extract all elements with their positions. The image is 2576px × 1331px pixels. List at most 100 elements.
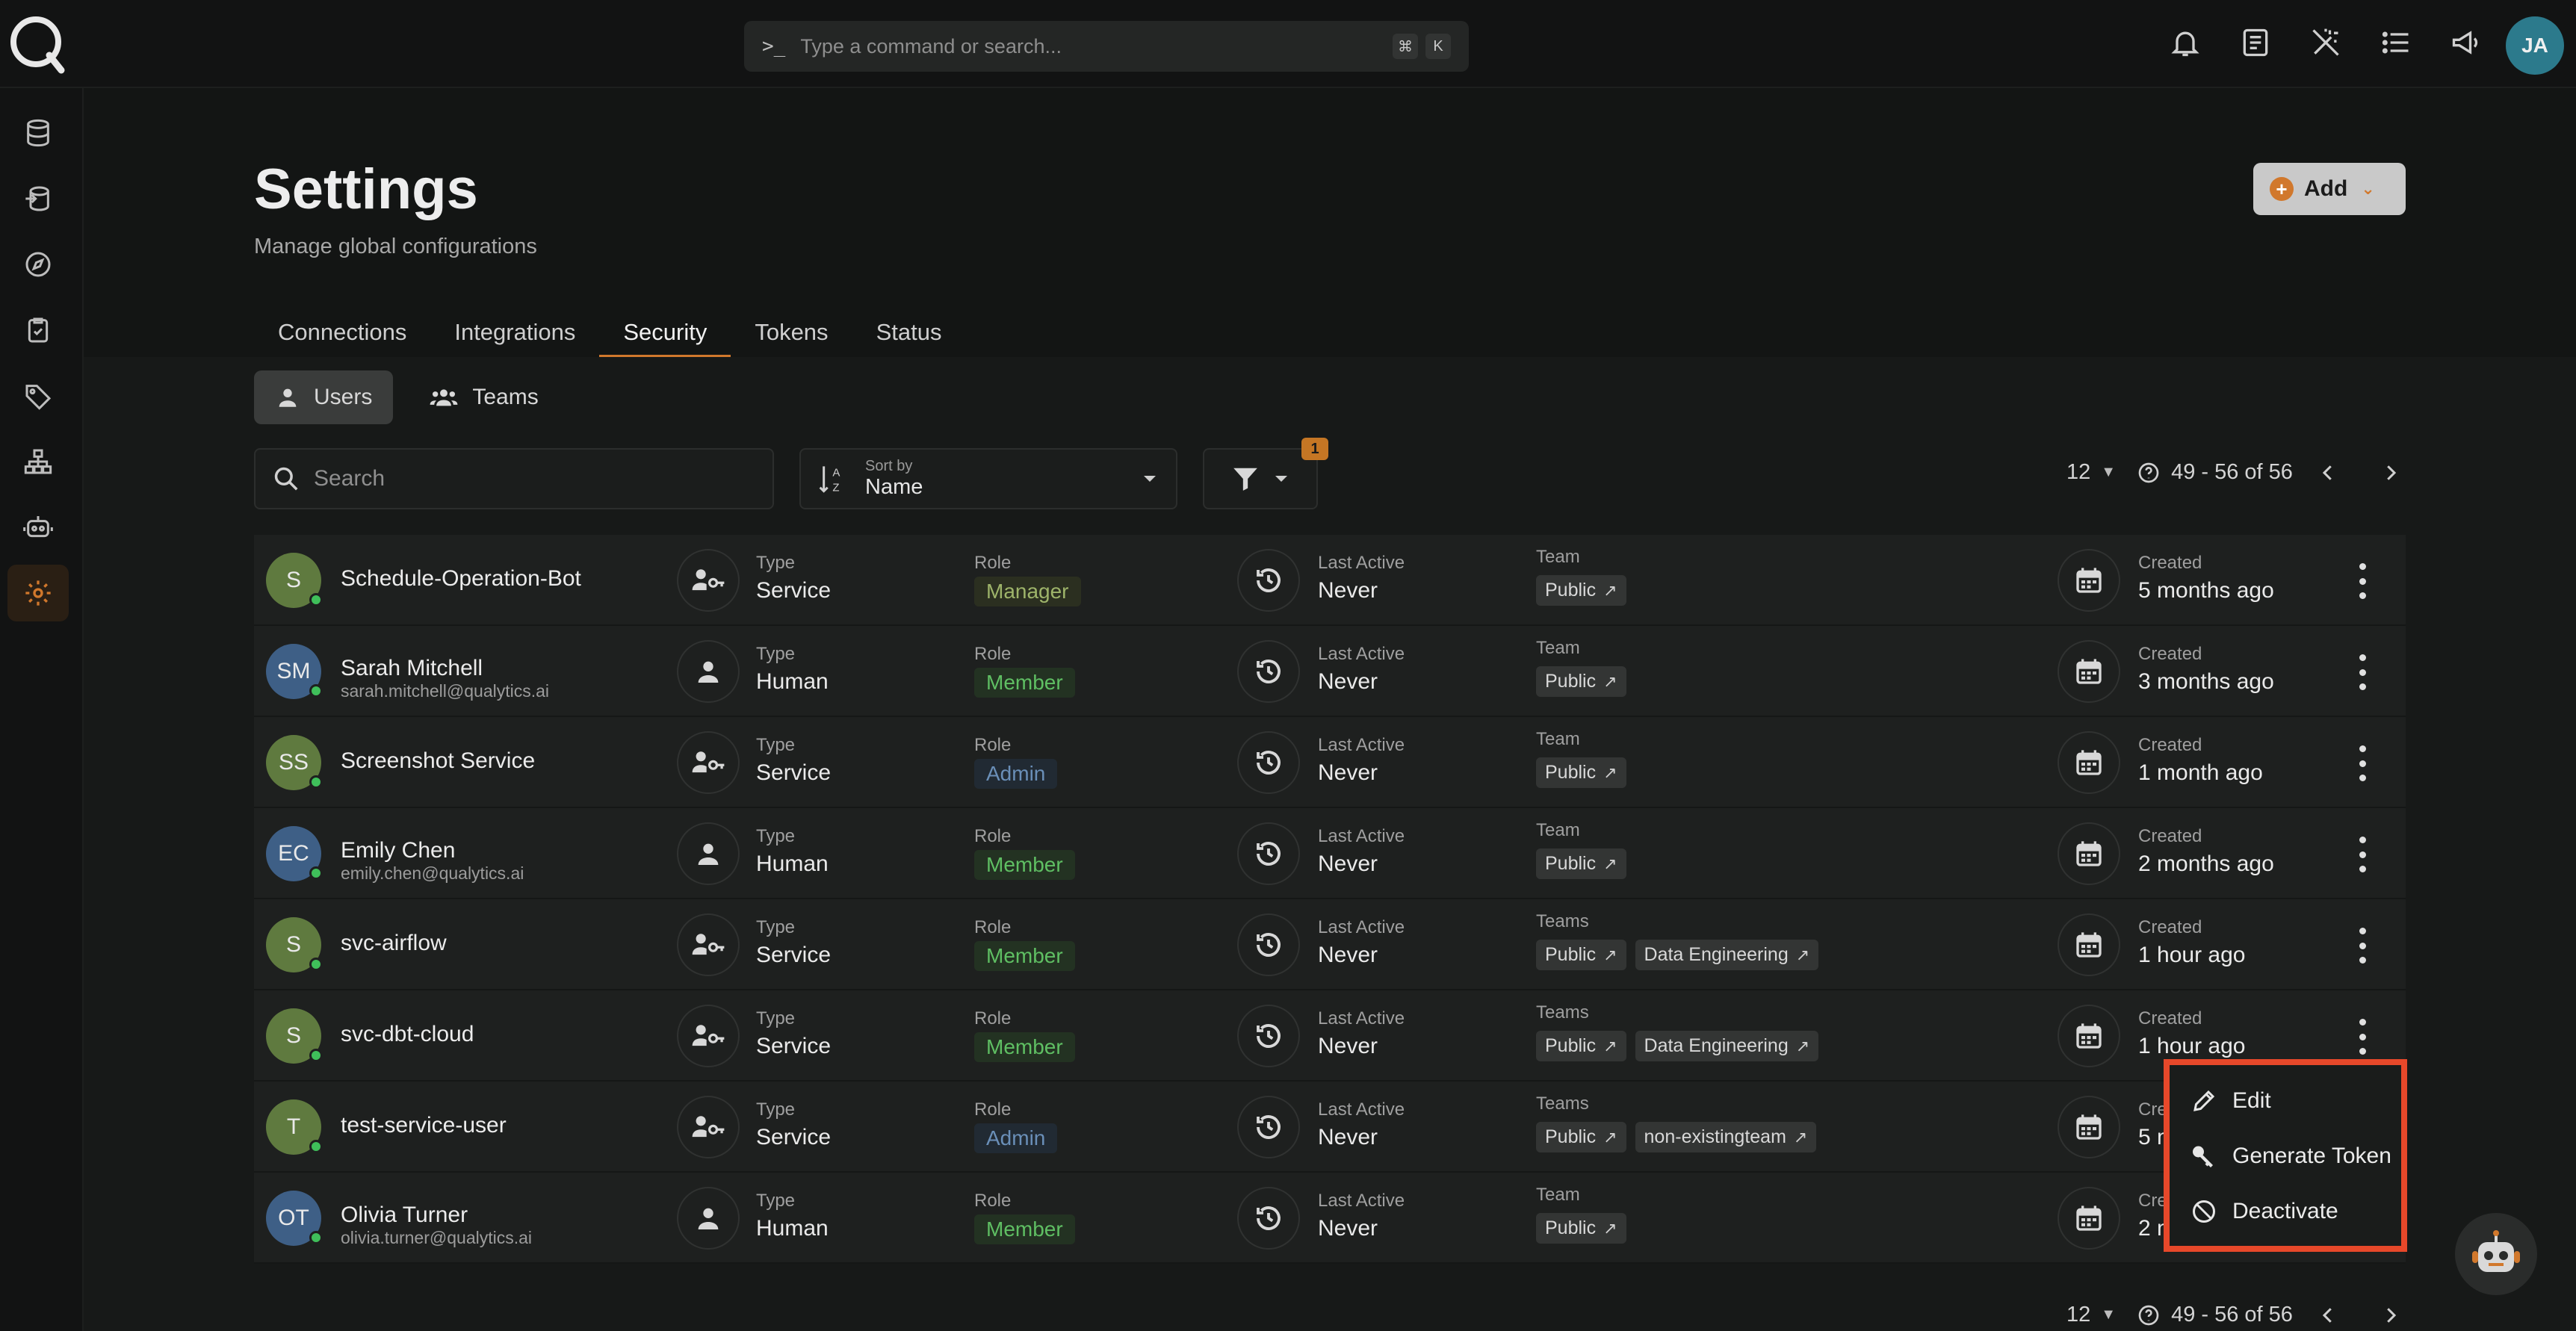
documentation-icon[interactable] <box>2235 22 2276 63</box>
sidebar-agents-robot-icon[interactable] <box>7 499 69 556</box>
menu-item-edit[interactable]: Edit <box>2190 1088 2271 1114</box>
segment-teams[interactable]: Teams <box>408 370 559 424</box>
sidebar <box>0 88 84 1331</box>
team-chip[interactable]: Public ↗ <box>1536 575 1626 606</box>
more-options-icon[interactable] <box>2355 563 2370 599</box>
user-name: Olivia Turner <box>341 1203 468 1227</box>
calendar-icon <box>2058 640 2120 703</box>
type-value: Human <box>756 669 829 694</box>
users-table: S Schedule-Operation-Bot Type Service Role Ma… <box>254 535 2406 1264</box>
sidebar-explore-compass-icon[interactable] <box>7 236 69 293</box>
chevron-left-icon[interactable] <box>2317 1304 2339 1327</box>
more-options-icon[interactable] <box>2355 1019 2370 1055</box>
type-value: Service <box>756 943 832 967</box>
external-link-icon: ↗ <box>1603 763 1617 782</box>
user-avatar[interactable]: JA <box>2506 16 2564 75</box>
user-name: Schedule-Operation-Bot <box>341 566 581 591</box>
user-email: olivia.turner@qualytics.ai <box>341 1228 533 1247</box>
person-icon <box>279 388 297 407</box>
team-chip[interactable]: Public ↗ <box>1536 757 1626 788</box>
more-options-icon[interactable] <box>2355 654 2370 690</box>
search-field[interactable] <box>254 448 774 509</box>
magic-wand-icon[interactable] <box>2306 22 2346 63</box>
sidebar-enrichment-icon[interactable] <box>7 170 69 227</box>
last-active-label: Last Active <box>1318 735 1405 755</box>
external-link-icon: ↗ <box>1603 580 1617 600</box>
role-badge: Member <box>974 668 1075 698</box>
help-circle-icon[interactable] <box>2137 461 2161 485</box>
service-account-icon <box>677 731 740 794</box>
segment-users[interactable]: Users <box>254 370 394 424</box>
chevron-right-icon[interactable] <box>2380 462 2402 484</box>
more-options-icon[interactable] <box>2355 928 2370 964</box>
sort-by-value: Name <box>865 475 923 499</box>
page-range: 49 - 56 of 56 <box>2171 460 2293 484</box>
tab-security[interactable]: Security <box>599 308 731 359</box>
dropdown-arrow-icon[interactable]: ▼ <box>2101 1306 2116 1324</box>
team-chip[interactable]: Public ↗ <box>1536 1122 1626 1152</box>
role-badge: Admin <box>974 759 1058 789</box>
table-row[interactable]: Ssvc-dbt-cloud Type Service Role Member Last … <box>254 990 2406 1082</box>
task-list-icon[interactable] <box>2376 22 2416 63</box>
history-icon <box>1237 913 1300 976</box>
add-button[interactable]: + Add ⌄ <box>2253 163 2406 215</box>
tab-tokens[interactable]: Tokens <box>731 308 852 357</box>
online-status-dot <box>309 1231 323 1244</box>
more-options-icon[interactable] <box>2355 745 2370 781</box>
sort-by-select[interactable]: AZ Sort by Name <box>799 448 1177 509</box>
created-label: Created <box>2138 1008 2202 1028</box>
menu-item-generate-token[interactable]: Generate Token <box>2190 1143 2391 1170</box>
menu-item-deactivate[interactable]: Deactivate <box>2190 1198 2338 1225</box>
team-chip[interactable]: Data Engineering ↗ <box>1635 940 1819 970</box>
sidebar-settings-gear-icon[interactable] <box>7 565 69 621</box>
dropdown-arrow-icon[interactable]: ▼ <box>2101 464 2116 481</box>
chevron-right-icon[interactable] <box>2380 1304 2402 1327</box>
online-status-dot <box>309 1140 323 1153</box>
team-chip[interactable]: Public ↗ <box>1536 666 1626 697</box>
team-chip[interactable]: Public ↗ <box>1536 1031 1626 1061</box>
announcements-megaphone-icon[interactable] <box>2446 22 2486 63</box>
team-chip[interactable]: Public ↗ <box>1536 1213 1626 1244</box>
table-row[interactable]: OT Olivia Turner olivia.turner@qualytics.a… <box>254 1173 2406 1264</box>
type-label: Type <box>756 826 796 846</box>
table-row[interactable]: EC Emily Chen emily.chen@qualytics.ai Type H… <box>254 808 2406 899</box>
sidebar-hierarchy-icon[interactable] <box>7 433 69 490</box>
table-row[interactable]: SM Sarah Mitchell sarah.mitchell@qualytics… <box>254 626 2406 717</box>
chevron-left-icon[interactable] <box>2317 462 2339 484</box>
assistant-robot-icon[interactable] <box>2455 1213 2537 1295</box>
calendar-icon <box>2058 822 2120 885</box>
sidebar-tags-icon[interactable] <box>7 367 69 424</box>
user-name: test-service-user <box>341 1113 507 1138</box>
type-value: Human <box>756 851 829 876</box>
sidebar-checks-clipboard-icon[interactable] <box>7 302 69 359</box>
created-label: Created <box>2138 826 2202 846</box>
more-options-icon[interactable] <box>2355 837 2370 872</box>
filter-funnel-icon <box>1233 468 1257 491</box>
tab-status[interactable]: Status <box>852 308 966 357</box>
role-label: Role <box>974 826 1012 846</box>
online-status-dot <box>309 684 323 698</box>
table-row[interactable]: Ttest-service-user Type Service Role Admin La… <box>254 1082 2406 1173</box>
command-search-bar[interactable]: >_ Type a command or search... ⌘ K <box>744 21 1469 72</box>
help-circle-icon[interactable] <box>2137 1303 2161 1327</box>
team-label: Team <box>1536 547 1580 567</box>
search-input[interactable] <box>314 466 732 491</box>
table-row[interactable]: S Schedule-Operation-Bot Type Service Role Ma… <box>254 535 2406 626</box>
page-size-select[interactable]: 12 <box>2066 460 2090 485</box>
filter-button[interactable] <box>1203 448 1318 509</box>
page-size-select[interactable]: 12 <box>2066 1303 2090 1327</box>
team-chip[interactable]: Public ↗ <box>1536 940 1626 970</box>
tab-integrations[interactable]: Integrations <box>430 308 599 357</box>
human-user-icon <box>677 1187 740 1250</box>
table-row[interactable]: Ssvc-airflow Type Service Role Member Last Ac… <box>254 899 2406 990</box>
team-chip[interactable]: Public ↗ <box>1536 848 1626 879</box>
team-chip[interactable]: non-existingteam ↗ <box>1635 1122 1817 1152</box>
history-icon <box>1237 1005 1300 1067</box>
tab-connections[interactable]: Connections <box>254 308 430 357</box>
sidebar-datastores-icon[interactable] <box>7 105 69 161</box>
team-chip[interactable]: Data Engineering ↗ <box>1635 1031 1819 1061</box>
table-row[interactable]: SS Screenshot Service Type Service Role Admin… <box>254 717 2406 808</box>
app-logo-icon[interactable] <box>7 12 67 75</box>
human-user-icon <box>677 822 740 885</box>
notifications-bell-icon[interactable] <box>2165 22 2205 63</box>
